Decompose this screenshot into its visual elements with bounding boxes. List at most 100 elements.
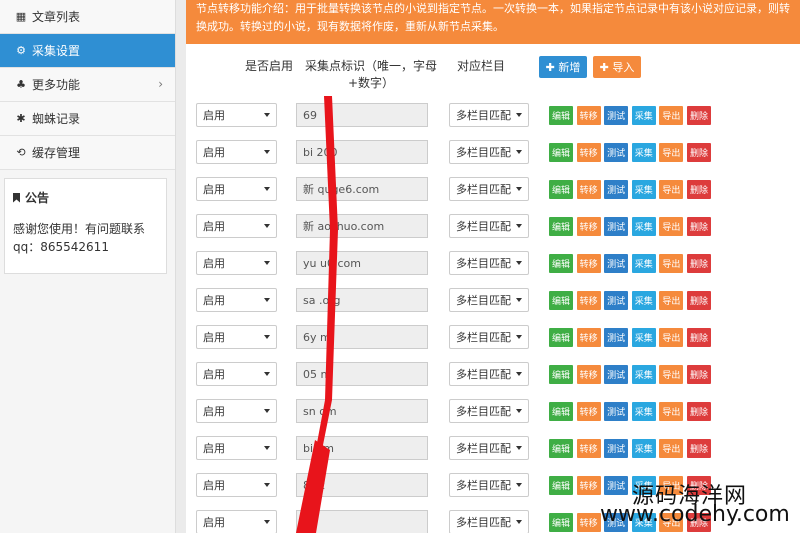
move-button[interactable]: 转移 (576, 180, 601, 199)
enabled-select[interactable]: 启用 (196, 510, 277, 533)
edit-button[interactable]: 编辑 (549, 513, 573, 532)
test-button[interactable]: 测试 (604, 180, 629, 199)
edit-button[interactable]: 编辑 (549, 328, 573, 347)
identifier-input[interactable]: 新 quge6.com (296, 177, 428, 201)
export-button[interactable]: 导出 (659, 106, 684, 125)
identifier-input[interactable]: et (296, 510, 428, 533)
identifier-input[interactable]: 新 aoshuo.com (296, 214, 428, 238)
export-button[interactable]: 导出 (659, 365, 684, 384)
enabled-select[interactable]: 启用 (196, 214, 277, 238)
test-button[interactable]: 测试 (604, 476, 629, 495)
move-button[interactable]: 转移 (576, 402, 601, 421)
column-select[interactable]: 多栏目匹配 (449, 103, 529, 127)
collect-button[interactable]: 采集 (631, 254, 656, 273)
delete-button[interactable]: 删除 (687, 291, 711, 310)
test-button[interactable]: 测试 (604, 402, 629, 421)
test-button[interactable]: 测试 (604, 143, 629, 162)
move-button[interactable]: 转移 (576, 106, 601, 125)
add-button[interactable]: ✚ 新增 (539, 56, 587, 78)
collect-button[interactable]: 采集 (631, 106, 656, 125)
test-button[interactable]: 测试 (604, 217, 629, 236)
edit-button[interactable]: 编辑 (549, 439, 573, 458)
enabled-select[interactable]: 启用 (196, 436, 277, 460)
column-select[interactable]: 多栏目匹配 (449, 251, 529, 275)
collect-button[interactable]: 采集 (631, 217, 656, 236)
identifier-input[interactable]: bi om (296, 436, 428, 460)
move-button[interactable]: 转移 (576, 439, 601, 458)
export-button[interactable]: 导出 (659, 254, 684, 273)
delete-button[interactable]: 删除 (687, 328, 711, 347)
sidebar-item-4[interactable]: ⟲ 缓存管理 (0, 136, 175, 170)
delete-button[interactable]: 删除 (687, 439, 711, 458)
column-select[interactable]: 多栏目匹配 (449, 140, 529, 164)
identifier-input[interactable]: bi 200 (296, 140, 428, 164)
enabled-select[interactable]: 启用 (196, 140, 277, 164)
delete-button[interactable]: 删除 (687, 365, 711, 384)
enabled-select[interactable]: 启用 (196, 251, 277, 275)
enabled-select[interactable]: 启用 (196, 362, 277, 386)
move-button[interactable]: 转移 (576, 291, 601, 310)
move-button[interactable]: 转移 (576, 365, 601, 384)
sidebar-item-0[interactable]: ▦ 文章列表 (0, 0, 175, 34)
edit-button[interactable]: 编辑 (549, 254, 573, 273)
edit-button[interactable]: 编辑 (549, 143, 573, 162)
test-button[interactable]: 测试 (604, 106, 629, 125)
move-button[interactable]: 转移 (576, 217, 601, 236)
column-select[interactable]: 多栏目匹配 (449, 177, 529, 201)
export-button[interactable]: 导出 (659, 291, 684, 310)
collect-button[interactable]: 采集 (631, 180, 656, 199)
collect-button[interactable]: 采集 (631, 439, 656, 458)
delete-button[interactable]: 删除 (687, 143, 711, 162)
enabled-select[interactable]: 启用 (196, 325, 277, 349)
sidebar-item-1[interactable]: ⚙ 采集设置 (0, 34, 175, 68)
test-button[interactable]: 测试 (604, 328, 629, 347)
enabled-select[interactable]: 启用 (196, 399, 277, 423)
edit-button[interactable]: 编辑 (549, 217, 573, 236)
delete-button[interactable]: 删除 (687, 402, 711, 421)
collect-button[interactable]: 采集 (631, 328, 656, 347)
enabled-select[interactable]: 启用 (196, 473, 277, 497)
export-button[interactable]: 导出 (659, 217, 684, 236)
identifier-input[interactable]: 6y m (296, 325, 428, 349)
edit-button[interactable]: 编辑 (549, 180, 573, 199)
export-button[interactable]: 导出 (659, 328, 684, 347)
column-select[interactable]: 多栏目匹配 (449, 510, 529, 533)
column-select[interactable]: 多栏目匹配 (449, 325, 529, 349)
column-select[interactable]: 多栏目匹配 (449, 473, 529, 497)
export-button[interactable]: 导出 (659, 439, 684, 458)
edit-button[interactable]: 编辑 (549, 291, 573, 310)
export-button[interactable]: 导出 (659, 180, 684, 199)
edit-button[interactable]: 编辑 (549, 402, 573, 421)
collect-button[interactable]: 采集 (631, 143, 656, 162)
column-select[interactable]: 多栏目匹配 (449, 288, 529, 312)
delete-button[interactable]: 删除 (687, 254, 711, 273)
column-select[interactable]: 多栏目匹配 (449, 362, 529, 386)
sidebar-item-2[interactable]: ♣ 更多功能 › (0, 68, 175, 102)
column-select[interactable]: 多栏目匹配 (449, 436, 529, 460)
sidebar-item-3[interactable]: ✱ 蜘蛛记录 (0, 102, 175, 136)
test-button[interactable]: 测试 (604, 365, 629, 384)
enabled-select[interactable]: 启用 (196, 103, 277, 127)
test-button[interactable]: 测试 (604, 291, 629, 310)
identifier-input[interactable]: yu u0.com (296, 251, 428, 275)
delete-button[interactable]: 删除 (687, 106, 711, 125)
delete-button[interactable]: 删除 (687, 180, 711, 199)
column-select[interactable]: 多栏目匹配 (449, 399, 529, 423)
test-button[interactable]: 测试 (604, 439, 629, 458)
identifier-input[interactable]: sa .org (296, 288, 428, 312)
move-button[interactable]: 转移 (576, 513, 601, 532)
identifier-input[interactable]: 05 m (296, 362, 428, 386)
delete-button[interactable]: 删除 (687, 217, 711, 236)
move-button[interactable]: 转移 (576, 143, 601, 162)
import-button[interactable]: ✚ 导入 (593, 56, 641, 78)
identifier-input[interactable]: sn om (296, 399, 428, 423)
move-button[interactable]: 转移 (576, 254, 601, 273)
edit-button[interactable]: 编辑 (549, 106, 573, 125)
export-button[interactable]: 导出 (659, 143, 684, 162)
enabled-select[interactable]: 启用 (196, 288, 277, 312)
edit-button[interactable]: 编辑 (549, 365, 573, 384)
column-select[interactable]: 多栏目匹配 (449, 214, 529, 238)
move-button[interactable]: 转移 (576, 476, 601, 495)
move-button[interactable]: 转移 (576, 328, 601, 347)
collect-button[interactable]: 采集 (631, 291, 656, 310)
